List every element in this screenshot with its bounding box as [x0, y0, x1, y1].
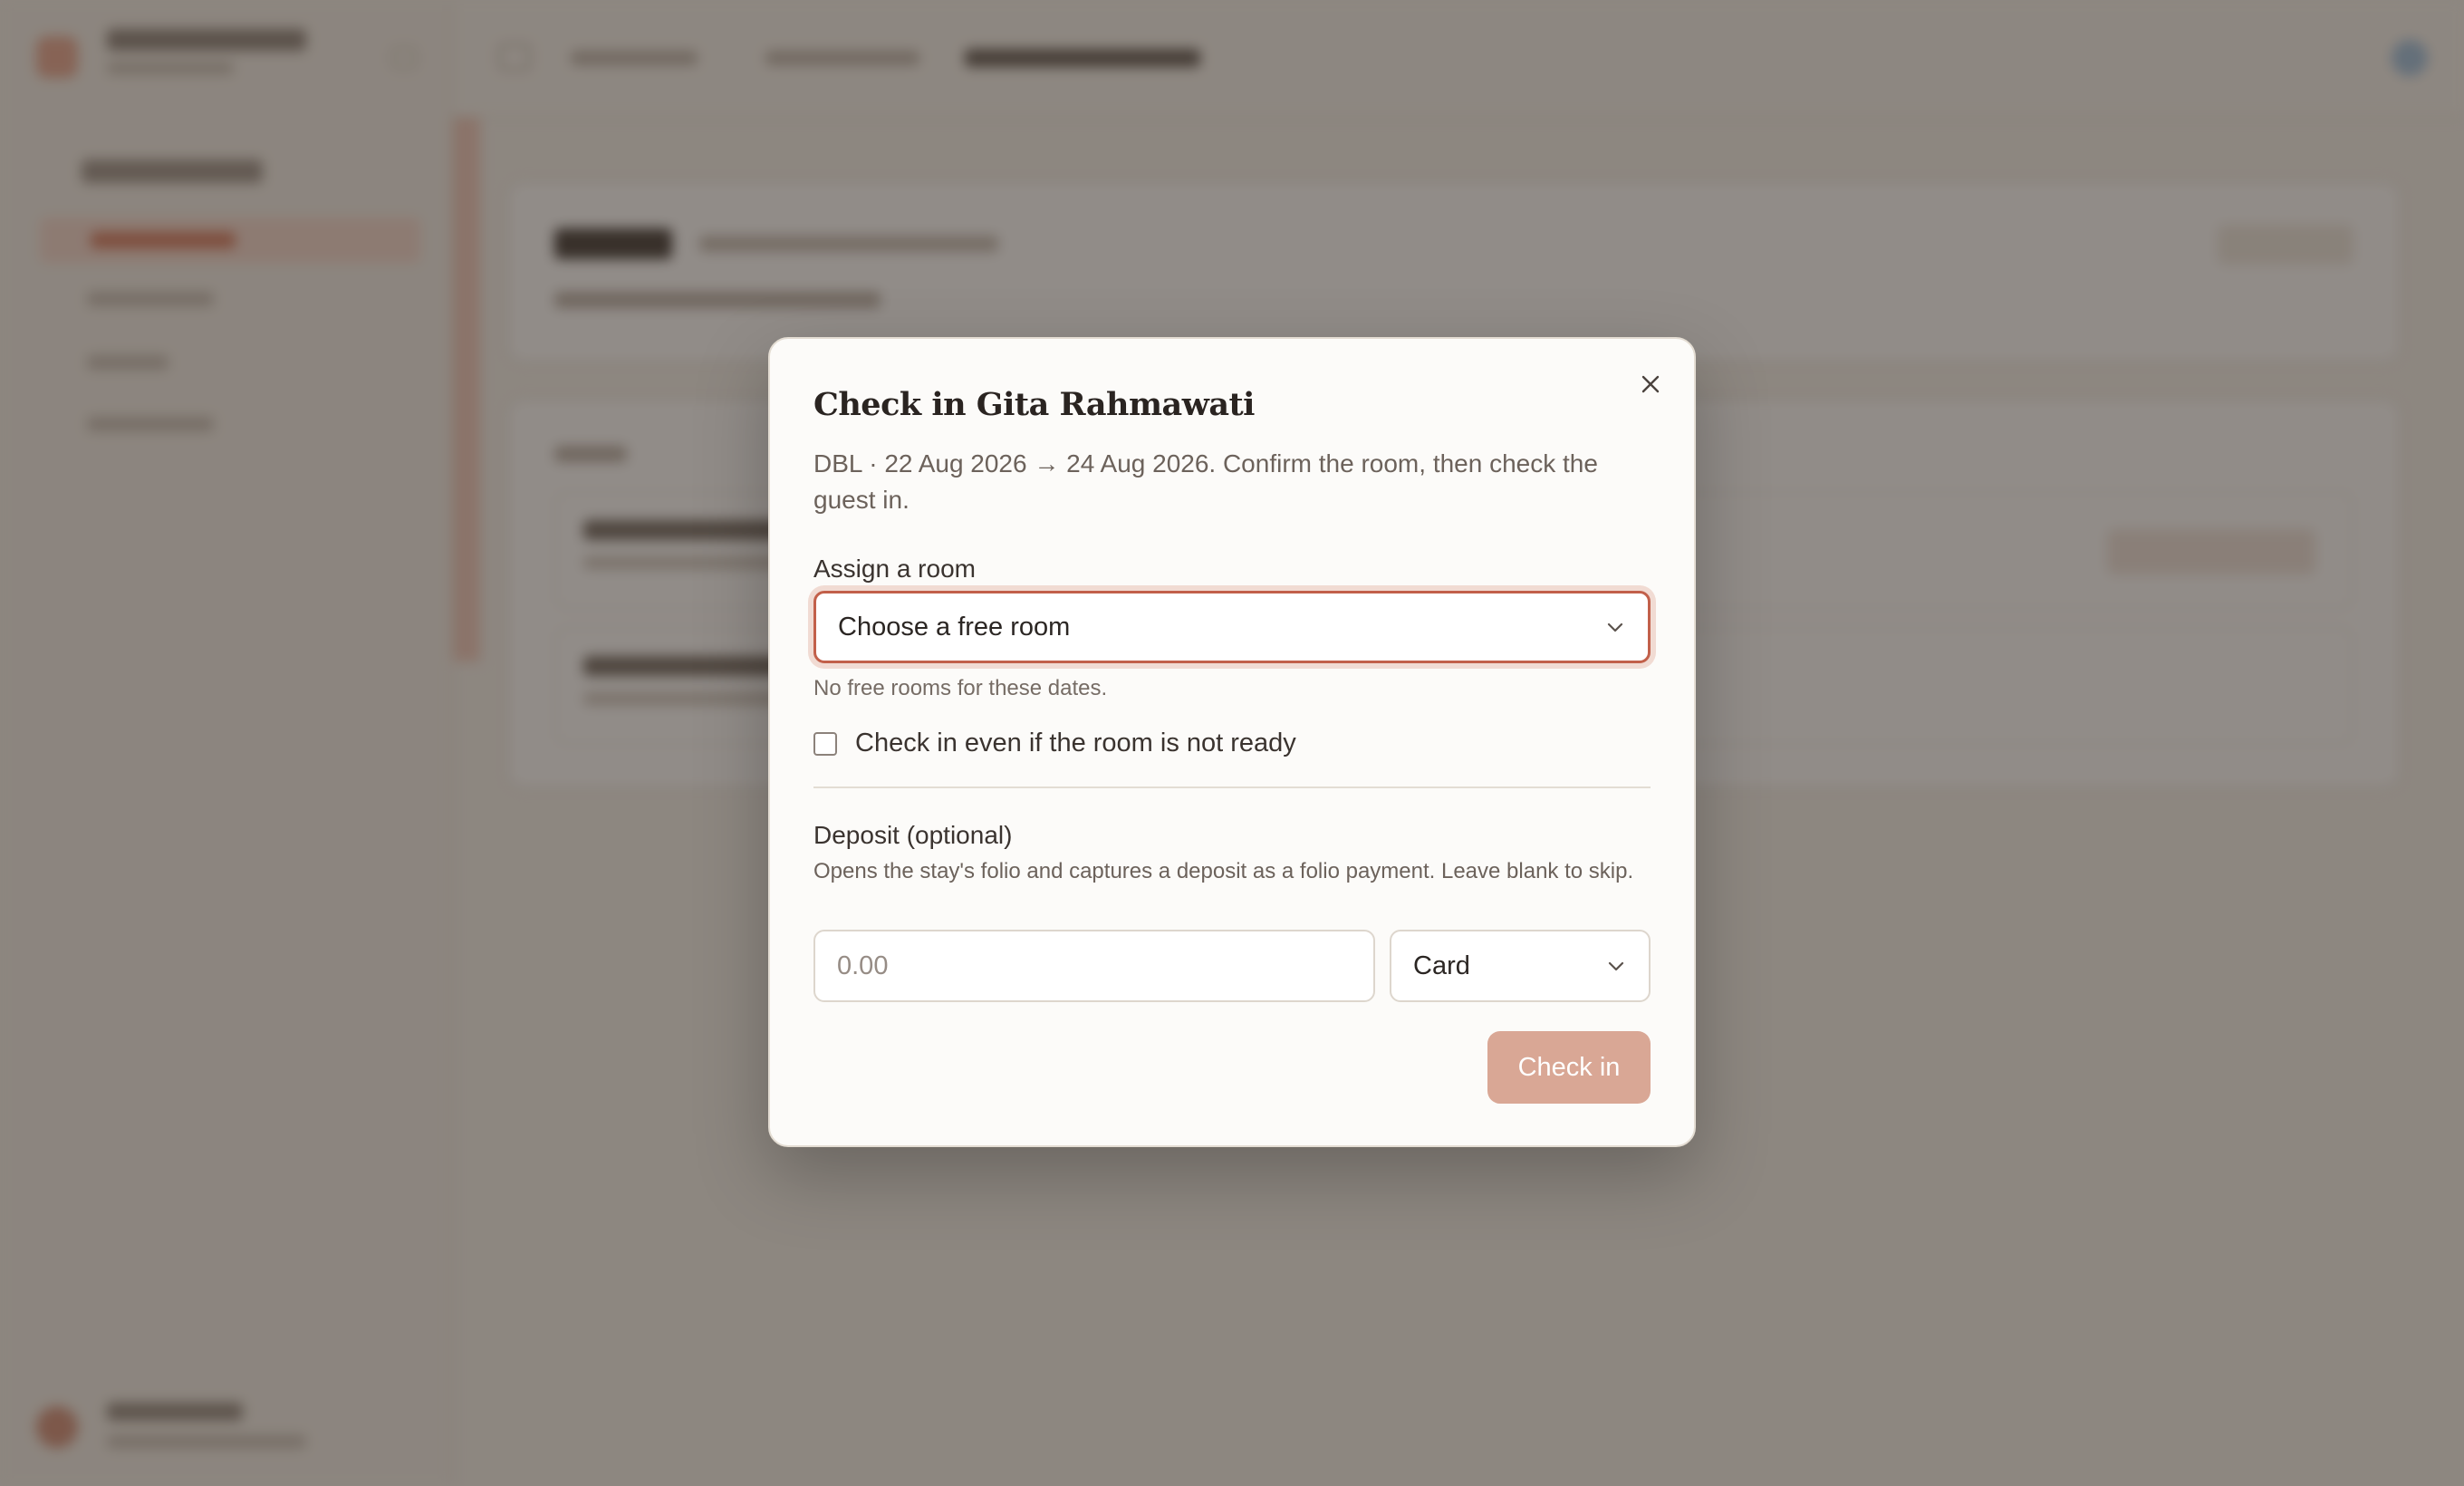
- room-helper-text: No free rooms for these dates.: [813, 676, 1108, 700]
- close-icon: [1641, 375, 1660, 393]
- room-not-ready-option[interactable]: Check in even if the room is not ready: [813, 729, 1296, 758]
- room-select-value: Choose a free room: [838, 612, 1071, 642]
- room-not-ready-checkbox[interactable]: [813, 731, 837, 756]
- room-label: Assign a room: [813, 555, 976, 583]
- chevron-down-icon: [1607, 622, 1623, 632]
- deposit-description: Opens the stay's folio and captures a de…: [813, 859, 1634, 883]
- chevron-down-icon: [1608, 961, 1624, 971]
- check-in-dialog: Check in Gita Rahmawati DBL · 22 Aug 202…: [768, 337, 1696, 1147]
- close-button[interactable]: [1632, 366, 1669, 402]
- deposit-label: Deposit (optional): [813, 821, 1013, 849]
- dialog-description: DBL · 22 Aug 2026 → 24 Aug 2026. Confirm…: [813, 449, 1598, 514]
- room-select[interactable]: Choose a free room: [813, 591, 1651, 663]
- payment-method-select[interactable]: Card: [1390, 930, 1651, 1002]
- deposit-amount-input[interactable]: [813, 930, 1375, 1002]
- divider: [813, 786, 1651, 788]
- dialog-title: Check in Gita Rahmawati: [813, 386, 1255, 423]
- check-in-button[interactable]: Check in: [1487, 1031, 1651, 1104]
- room-not-ready-label[interactable]: Check in even if the room is not ready: [855, 729, 1296, 758]
- payment-method-value: Card: [1413, 950, 1470, 980]
